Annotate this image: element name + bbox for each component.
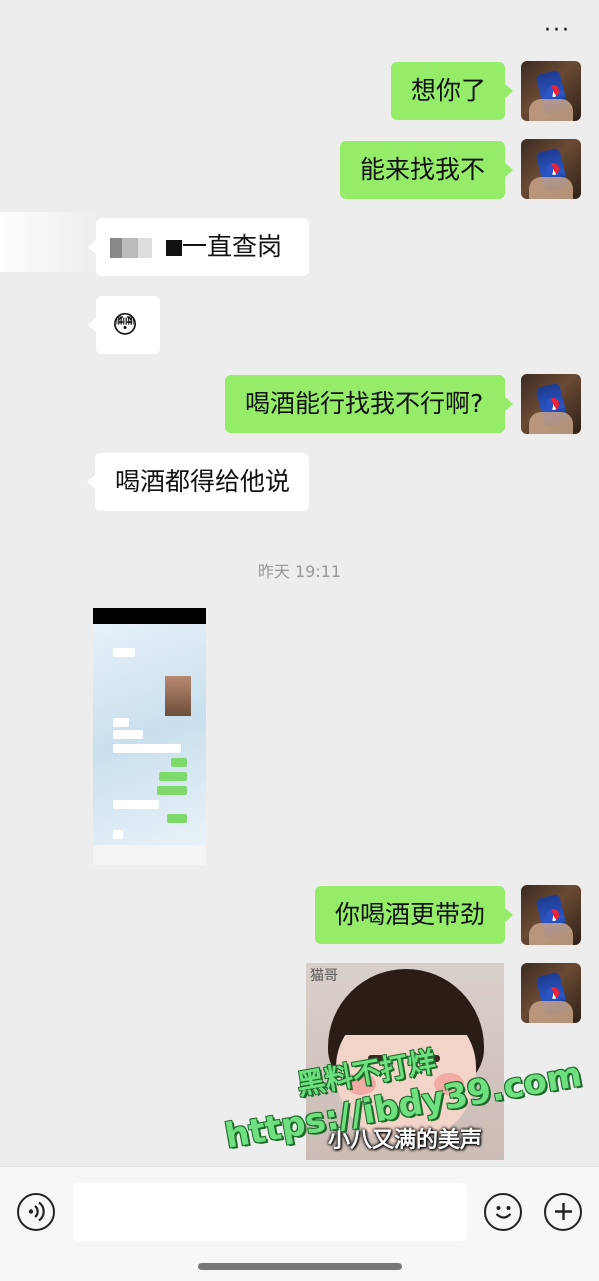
message-bubble-received[interactable]: 喝酒都得给他说 bbox=[87, 453, 309, 511]
smiley-svg bbox=[495, 1206, 511, 1219]
screenshot-line bbox=[113, 648, 135, 657]
message-bubble-sent[interactable]: 能来找我不 bbox=[340, 141, 513, 199]
my-avatar[interactable] bbox=[521, 885, 581, 945]
screenshot-line bbox=[113, 744, 181, 753]
redaction-block bbox=[138, 238, 152, 258]
plus-svg bbox=[554, 1203, 572, 1220]
screenshot-photo-thumb bbox=[165, 676, 191, 716]
voice-icon[interactable] bbox=[17, 1193, 55, 1231]
emoji-icon[interactable] bbox=[484, 1193, 522, 1231]
flushed-face-emoji: 😳 bbox=[112, 310, 139, 339]
more-icon[interactable]: ··· bbox=[544, 18, 571, 43]
message-text: 一直查岗 bbox=[182, 232, 283, 261]
my-avatar[interactable] bbox=[521, 963, 581, 1023]
redaction-bar bbox=[93, 608, 206, 624]
redaction-block bbox=[110, 238, 122, 258]
screenshot-line bbox=[113, 830, 123, 839]
image-message-screenshot[interactable] bbox=[93, 608, 206, 865]
screenshot-line bbox=[167, 814, 187, 823]
message-text: 想你了 bbox=[411, 76, 487, 105]
screenshot-line bbox=[113, 718, 129, 727]
home-indicator[interactable] bbox=[198, 1263, 402, 1270]
sticker-bangs bbox=[336, 991, 476, 1035]
screenshot-line bbox=[113, 800, 159, 809]
hand-shape bbox=[529, 99, 573, 121]
my-avatar[interactable] bbox=[521, 374, 581, 434]
screenshot-line bbox=[113, 730, 143, 739]
message-input[interactable] bbox=[73, 1183, 467, 1241]
plus-icon[interactable] bbox=[544, 1193, 582, 1231]
hand-shape bbox=[529, 412, 573, 434]
message-bubble-received[interactable]: 一直查岗 bbox=[88, 218, 309, 276]
chat-top-bar: ··· bbox=[0, 0, 599, 62]
hand-shape bbox=[529, 923, 573, 945]
message-bubble-received[interactable]: 😳 bbox=[88, 296, 160, 354]
my-avatar[interactable] bbox=[521, 139, 581, 199]
message-text: 能来找我不 bbox=[360, 155, 486, 184]
message-timestamp: 昨天 19:11 bbox=[257, 562, 342, 581]
hand-shape bbox=[529, 177, 573, 199]
redaction-block bbox=[166, 240, 182, 256]
message-text: 喝酒都得给他说 bbox=[115, 467, 291, 496]
voice-wave-svg bbox=[28, 1201, 45, 1222]
sticker-watermark: 猫哥 bbox=[310, 968, 338, 984]
message-text: 你喝酒更带劲 bbox=[335, 900, 486, 929]
my-avatar[interactable] bbox=[521, 61, 581, 121]
screenshot-input-bar bbox=[93, 845, 206, 865]
input-bar bbox=[0, 1166, 599, 1281]
screenshot-line bbox=[157, 786, 187, 795]
message-bubble-sent[interactable]: 你喝酒更带劲 bbox=[315, 886, 513, 944]
screenshot-chat-background bbox=[93, 624, 206, 845]
redaction-block bbox=[122, 238, 138, 258]
message-text: 喝酒能行找我不行啊? bbox=[245, 389, 484, 418]
message-bubble-sent[interactable]: 喝酒能行找我不行啊? bbox=[225, 375, 513, 433]
screenshot-line bbox=[171, 758, 187, 767]
message-bubble-sent[interactable]: 想你了 bbox=[391, 62, 513, 120]
screenshot-line bbox=[159, 772, 187, 781]
redacted-avatar-area bbox=[0, 212, 100, 272]
